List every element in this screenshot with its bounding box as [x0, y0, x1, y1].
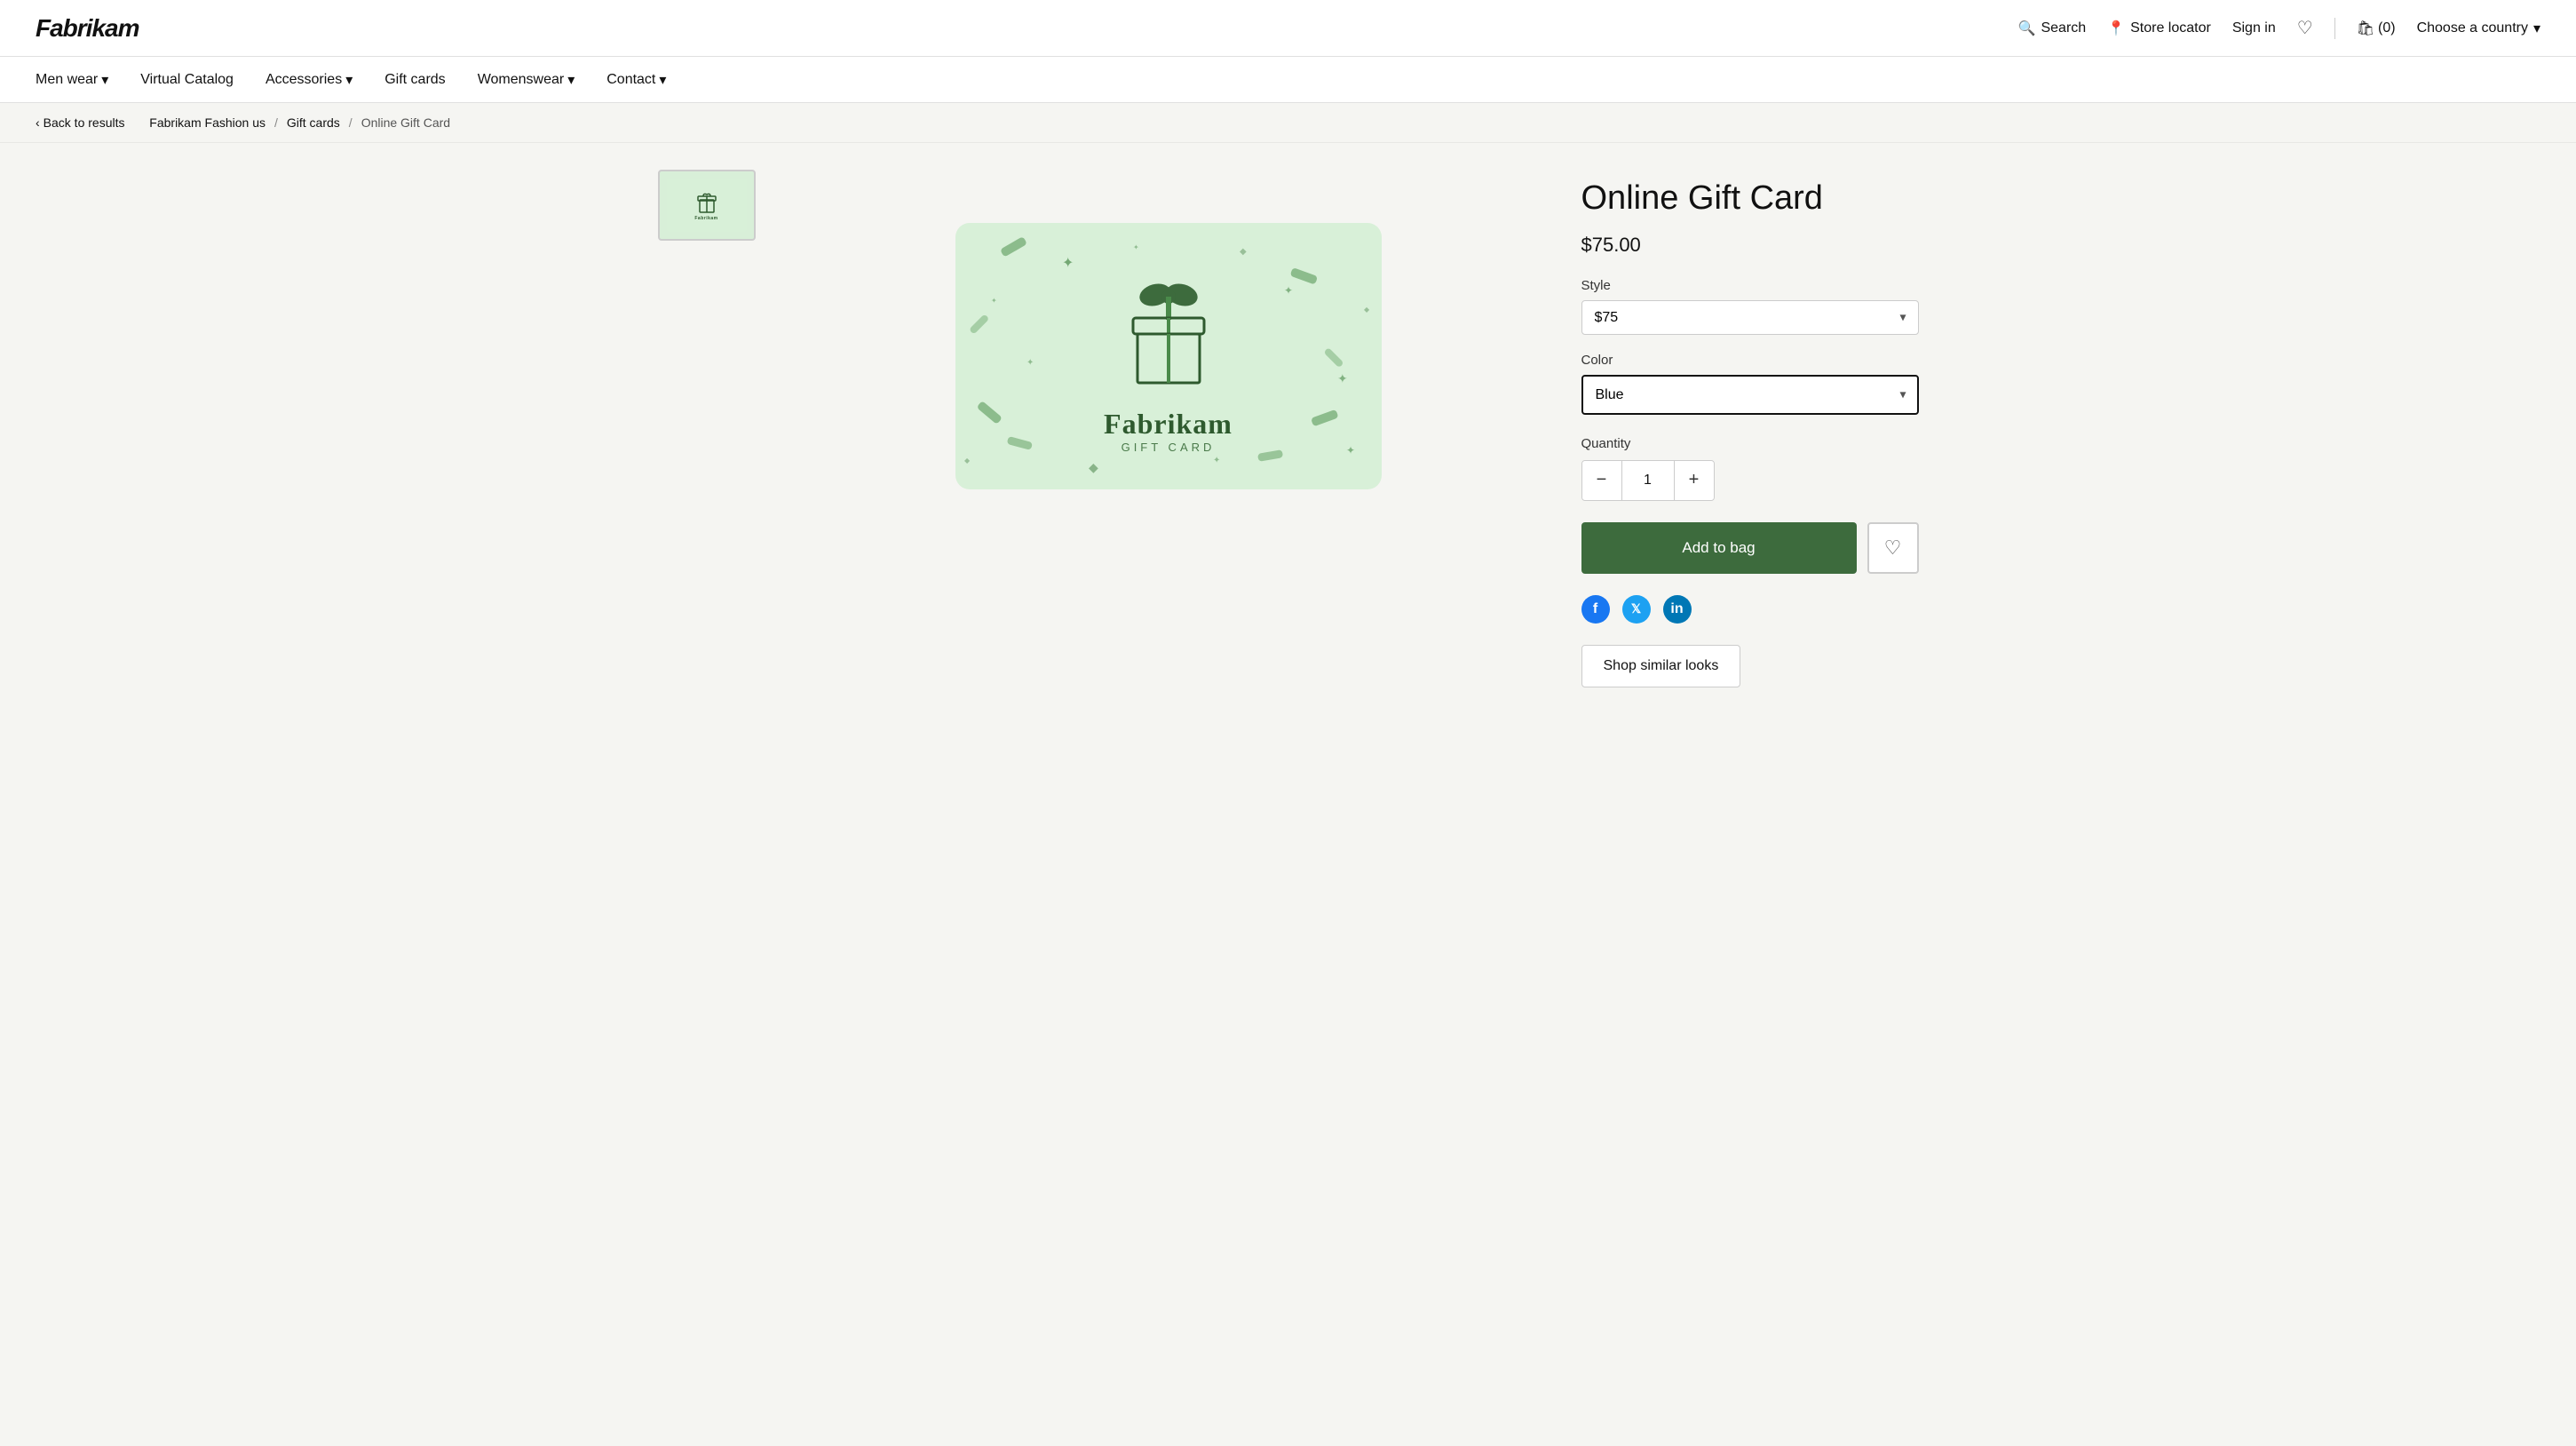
breadcrumb-separator-3: / — [349, 115, 353, 130]
svg-text:◆: ◆ — [1089, 460, 1098, 474]
brand-name: Fabrikam — [1104, 409, 1233, 440]
nav-item-womenswear[interactable]: Womenswear ▾ — [478, 71, 575, 89]
header: Fabrikam 🔍 Search 📍 Store locator Sign i… — [0, 0, 2576, 57]
chevron-down-icon: ▾ — [101, 71, 108, 89]
breadcrumb-home-link[interactable]: Fabrikam Fashion us — [149, 115, 266, 130]
quantity-section: Quantity − 1 + — [1581, 436, 1919, 501]
style-select[interactable]: $25 $50 $75 $100 $150 $200 — [1581, 300, 1919, 335]
back-to-results-link[interactable]: ‹ Back to results — [36, 115, 125, 130]
svg-text:✦: ✦ — [991, 297, 997, 305]
style-select-wrapper: $25 $50 $75 $100 $150 $200 ▾ — [1581, 300, 1919, 335]
breadcrumb-current: Online Gift Card — [361, 115, 450, 130]
location-icon: 📍 — [2107, 20, 2125, 37]
bag-icon: 🛍 — [2357, 20, 2374, 37]
nav-label-womenswear: Womenswear — [478, 72, 565, 88]
svg-text:◆: ◆ — [964, 457, 971, 465]
svg-text:✦: ✦ — [1284, 284, 1293, 297]
mini-brand: Fabrikam — [694, 216, 717, 221]
add-to-bag-button[interactable]: Add to bag — [1581, 522, 1857, 574]
social-share-row: f 𝕏 in — [1581, 595, 1919, 624]
product-image-area: ✦ ✦ ✦ ✦ ✦ ✦ ✦ ✦ ◆ ◆ ◆ ◆ — [791, 170, 1546, 687]
product-thumbnail[interactable]: Fabrikam — [658, 170, 756, 241]
gift-card-image: ✦ ✦ ✦ ✦ ✦ ✦ ✦ ✦ ◆ ◆ ◆ ◆ — [955, 223, 1382, 489]
bag-button[interactable]: 🛍 (0) — [2357, 20, 2396, 37]
color-select[interactable]: Blue Green Red Yellow — [1581, 375, 1919, 415]
quantity-label: Quantity — [1581, 436, 1919, 451]
nav-label-virtualcatalog: Virtual Catalog — [140, 72, 234, 88]
breadcrumb: ‹ Back to results Fabrikam Fashion us / … — [0, 103, 2576, 143]
svg-text:✦: ✦ — [1062, 256, 1074, 271]
gift-icon-small — [694, 189, 720, 216]
linkedin-icon: in — [1670, 601, 1683, 617]
nav-item-menwear[interactable]: Men wear ▾ — [36, 71, 108, 89]
quantity-increase-button[interactable]: + — [1675, 461, 1714, 500]
header-right: 🔍 Search 📍 Store locator Sign in ♡ 🛍 (0)… — [2018, 17, 2540, 39]
breadcrumb-category-link[interactable]: Gift cards — [287, 115, 340, 130]
divider — [2334, 18, 2335, 39]
nav-item-virtualcatalog[interactable]: Virtual Catalog — [140, 72, 234, 88]
svg-text:✦: ✦ — [1337, 371, 1348, 385]
nav-item-accessories[interactable]: Accessories ▾ — [266, 71, 353, 89]
add-to-bag-row: Add to bag ♡ — [1581, 522, 1919, 574]
breadcrumb-separator-2: / — [274, 115, 278, 130]
main-content: Fabrikam ✦ ✦ ✦ ✦ ✦ ✦ — [622, 143, 1954, 714]
country-selector[interactable]: Choose a country ▾ — [2417, 20, 2540, 37]
nav-label-menwear: Men wear — [36, 72, 98, 88]
twitter-share-button[interactable]: 𝕏 — [1622, 595, 1651, 624]
thumbnail-sidebar: Fabrikam — [658, 170, 756, 687]
gift-box-svg — [1098, 258, 1240, 400]
chevron-down-icon: ▾ — [567, 71, 575, 89]
add-to-wishlist-button[interactable]: ♡ — [1867, 522, 1919, 574]
svg-text:◆: ◆ — [1364, 306, 1370, 314]
quantity-controls: − 1 + — [1581, 460, 1715, 501]
chevron-down-icon: ▾ — [659, 71, 666, 89]
store-locator-label: Store locator — [2130, 20, 2211, 36]
svg-text:✦: ✦ — [1213, 456, 1220, 465]
nav-label-contact: Contact — [606, 72, 655, 88]
chevron-down-icon: ▾ — [345, 71, 353, 89]
svg-text:◆: ◆ — [1240, 247, 1247, 257]
linkedin-share-button[interactable]: in — [1663, 595, 1692, 624]
quantity-decrease-button[interactable]: − — [1582, 461, 1621, 500]
nav-label-accessories: Accessories — [266, 72, 342, 88]
mini-card: Fabrikam — [667, 179, 747, 232]
gift-card-brand: Fabrikam GIFT CARD — [1104, 409, 1233, 454]
nav-label-giftcards: Gift cards — [384, 72, 445, 88]
chevron-down-icon: ▾ — [2533, 20, 2540, 37]
bag-count: (0) — [2378, 20, 2396, 36]
search-label: Search — [2041, 20, 2086, 36]
product-details: Online Gift Card $75.00 Style $25 $50 $7… — [1581, 170, 1919, 687]
shop-similar-button[interactable]: Shop similar looks — [1581, 645, 1741, 687]
store-locator-button[interactable]: 📍 Store locator — [2107, 20, 2211, 37]
color-label: Color — [1581, 353, 1919, 368]
svg-text:✦: ✦ — [1346, 444, 1355, 457]
facebook-icon: f — [1593, 601, 1597, 617]
country-label: Choose a country — [2417, 20, 2528, 36]
svg-text:✦: ✦ — [1026, 358, 1034, 368]
search-button[interactable]: 🔍 Search — [2018, 20, 2087, 37]
breadcrumb-separator — [134, 115, 141, 130]
back-to-results-label: Back to results — [44, 115, 125, 130]
nav-item-giftcards[interactable]: Gift cards — [384, 72, 445, 88]
back-arrow-icon: ‹ — [36, 115, 40, 130]
main-nav: Men wear ▾ Virtual Catalog Accessories ▾… — [0, 57, 2576, 103]
svg-text:✦: ✦ — [1133, 243, 1139, 251]
signin-button[interactable]: Sign in — [2232, 20, 2276, 36]
gift-card-sublabel: GIFT CARD — [1104, 441, 1233, 454]
wishlist-header-button[interactable]: ♡ — [2297, 17, 2313, 39]
color-select-wrapper: Blue Green Red Yellow ▾ — [1581, 375, 1919, 415]
twitter-icon: 𝕏 — [1631, 601, 1641, 616]
product-price: $75.00 — [1581, 234, 1919, 257]
product-title: Online Gift Card — [1581, 179, 1919, 219]
nav-item-contact[interactable]: Contact ▾ — [606, 71, 666, 89]
style-label: Style — [1581, 278, 1919, 293]
quantity-value: 1 — [1621, 461, 1675, 500]
heart-icon: ♡ — [1884, 536, 1902, 560]
logo[interactable]: Fabrikam — [36, 14, 139, 43]
facebook-share-button[interactable]: f — [1581, 595, 1610, 624]
search-icon: 🔍 — [2018, 20, 2036, 37]
